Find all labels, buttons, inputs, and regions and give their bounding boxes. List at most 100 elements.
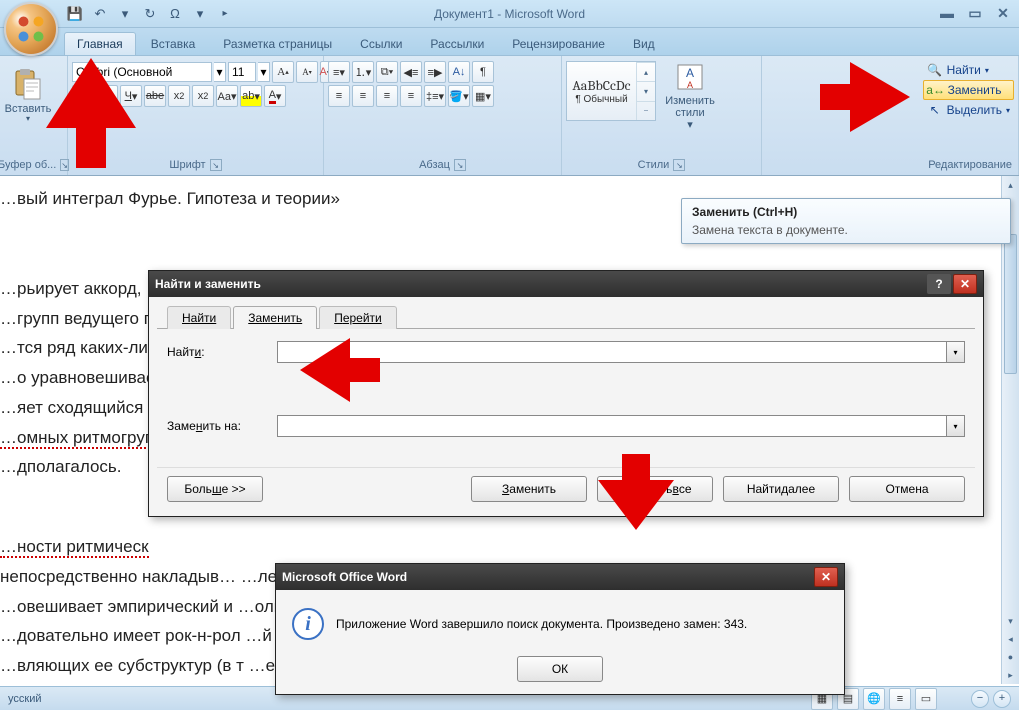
superscript-button[interactable]: x2 [192,85,214,107]
indent-inc-button[interactable]: ≡▶ [424,61,446,83]
font-color-button[interactable]: A▾ [264,85,286,107]
font-family-dropdown[interactable]: ▾ [214,62,226,82]
minimize-button[interactable]: ▬ [937,4,957,22]
styles-group-label: Стили [638,159,670,171]
grow-font-button[interactable]: A▴ [272,61,294,83]
find-button[interactable]: 🔍 Найти▾ [923,61,1014,79]
dialog-help-button[interactable]: ? [927,274,951,294]
line-spacing-button[interactable]: ‡≡▾ [424,85,446,107]
dialog-tabs: Найти Заменить Перейти [157,305,975,329]
strikethrough-button[interactable]: abe [144,85,166,107]
replace-button[interactable]: a↔ Заменить [923,80,1014,100]
bullets-button[interactable]: ≡▾ [328,61,350,83]
scroll-down-button[interactable]: ▾ [1002,612,1019,630]
symbol-button[interactable]: Ω [164,3,186,25]
font-size-select[interactable]: 11 [228,62,256,82]
view-draft[interactable]: ▭ [915,688,937,710]
replace-history-dropdown[interactable]: ▾ [947,415,965,437]
align-left-button[interactable]: ≡ [328,85,350,107]
zoom-out-button[interactable]: − [971,690,989,708]
undo-button[interactable]: ↶ [89,3,111,25]
more-button[interactable]: Больше >> [167,476,263,502]
scroll-up-button[interactable]: ▴ [1002,176,1019,194]
svg-text:A: A [686,66,694,80]
msgbox-text: Приложение Word завершило поиск документ… [336,617,747,631]
view-outline[interactable]: ≡ [889,688,911,710]
shrink-font-button[interactable]: A▾ [296,61,318,83]
justify-button[interactable]: ≡ [400,85,422,107]
replace-input[interactable] [277,415,947,437]
tab-mailings[interactable]: Рассылки [417,32,497,55]
gallery-more[interactable]: ⎯ [637,101,655,120]
tab-view[interactable]: Вид [620,32,668,55]
subscript-button[interactable]: x2 [168,85,190,107]
para-launcher[interactable]: ↘ [454,159,466,171]
next-page-button[interactable]: ▸ [1002,666,1019,684]
replace-one-button[interactable]: Заменить [471,476,587,502]
multilevel-button[interactable]: ⧉▾ [376,61,398,83]
align-right-button[interactable]: ≡ [376,85,398,107]
redo-button[interactable]: ↻ [139,3,161,25]
zoom-in-button[interactable]: + [993,690,1011,708]
dialog-close-button[interactable]: ✕ [953,274,977,294]
change-case-button[interactable]: Aa▾ [216,85,238,107]
show-marks-button[interactable]: ¶ [472,61,494,83]
qat-more-button[interactable]: ▾ [114,3,136,25]
find-icon: 🔍 [927,62,943,78]
style-normal[interactable]: AaBbCcDc ¶ Обычный [567,62,637,120]
maximize-button[interactable]: ▭ [965,4,985,22]
font-group-label: Шрифт [169,159,205,171]
ok-button[interactable]: ОК [517,656,603,682]
align-center-button[interactable]: ≡ [352,85,374,107]
office-button[interactable] [4,2,58,56]
para-group-label: Абзац [419,159,450,171]
qat-expand-button[interactable]: ▸ [214,3,236,25]
save-button[interactable]: 💾 [64,3,86,25]
tab-insert[interactable]: Вставка [138,32,209,55]
info-icon: i [292,608,324,640]
select-button[interactable]: ↖ Выделить▾ [923,101,1014,119]
tab-home[interactable]: Главная [64,32,136,55]
tab-pagelayout[interactable]: Разметка страницы [210,32,345,55]
sort-button[interactable]: A↓ [448,61,470,83]
tooltip-body: Замена текста в документе. [692,223,1000,237]
paste-button[interactable]: Вставить▾ [4,61,52,131]
tab-references[interactable]: Ссылки [347,32,415,55]
gallery-up[interactable]: ▴ [637,62,655,81]
browse-object-button[interactable]: ● [1002,648,1019,666]
tab-review[interactable]: Рецензирование [499,32,618,55]
dlg-tab-goto[interactable]: Перейти [319,306,397,329]
borders-button[interactable]: ▦▾ [472,85,494,107]
cancel-button[interactable]: Отмена [849,476,965,502]
msgbox-close-button[interactable]: ✕ [814,567,838,587]
dlg-tab-find[interactable]: Найти [167,306,231,329]
prev-page-button[interactable]: ◂ [1002,630,1019,648]
editing-group-label: Редактирование [928,159,1012,171]
numbering-button[interactable]: ⒈▾ [352,61,374,83]
change-styles-button[interactable]: AA Изменить стили▾ [659,61,721,131]
status-language[interactable]: усский [0,693,49,705]
font-size-dropdown[interactable]: ▾ [258,62,270,82]
scroll-thumb[interactable] [1004,234,1017,374]
shading-button[interactable]: 🪣▾ [448,85,470,107]
qat-customize-button[interactable]: ▾ [189,3,211,25]
dialog-titlebar[interactable]: Найти и заменить ? ✕ [149,271,983,297]
styles-gallery[interactable]: AaBbCcDc ¶ Обычный ▴ ▾ ⎯ [566,61,656,121]
gallery-down[interactable]: ▾ [637,81,655,100]
indent-dec-button[interactable]: ◀≡ [400,61,422,83]
find-history-dropdown[interactable]: ▾ [947,341,965,363]
font-launcher[interactable]: ↘ [210,159,222,171]
red-arrow-annotation [820,62,910,152]
red-arrow-annotation [300,338,380,402]
red-arrow-annotation [46,58,136,168]
view-web[interactable]: 🌐 [863,688,885,710]
find-next-button[interactable]: Найти далее [723,476,839,502]
highlight-button[interactable]: ab▾ [240,85,262,107]
vertical-scrollbar[interactable]: ▴ ▾ ◂ ● ▸ [1001,176,1019,684]
titlebar: 💾 ↶ ▾ ↻ Ω ▾ ▸ Документ1 - Microsoft Word… [0,0,1019,28]
close-button[interactable]: ✕ [993,4,1013,22]
dlg-tab-replace[interactable]: Заменить [233,306,317,329]
replace-icon: a↔ [928,82,944,98]
msgbox-titlebar[interactable]: Microsoft Office Word ✕ [276,564,844,590]
styles-launcher[interactable]: ↘ [673,159,685,171]
